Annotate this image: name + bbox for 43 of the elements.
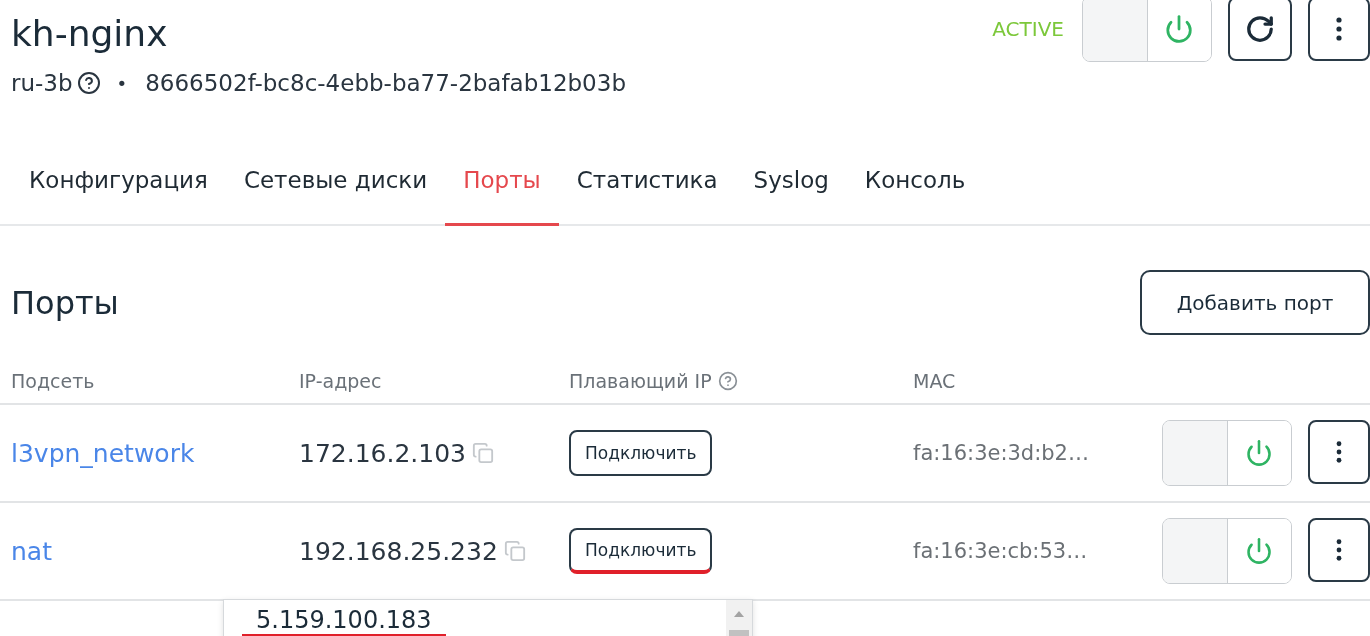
subnet-link[interactable]: l3vpn_network (11, 438, 299, 468)
server-id: 8666502f-bc8c-4ebb-ba77-2bafab12b03b (145, 70, 626, 96)
more-icon (1336, 539, 1342, 561)
connect-button[interactable]: Подключить (569, 528, 713, 574)
tab[interactable]: Сетевые диски (225, 136, 446, 226)
more-icon (1336, 441, 1342, 463)
add-port-button[interactable]: Добавить порт (1140, 270, 1370, 335)
power-icon (1164, 14, 1195, 44)
port-toggle[interactable] (1162, 518, 1292, 584)
help-icon[interactable] (76, 71, 101, 95)
power-toggle[interactable] (1082, 0, 1212, 62)
more-button[interactable] (1308, 420, 1370, 484)
dropdown-option[interactable]: 5.159.100.183 (242, 606, 446, 636)
mac-address: fa:16:3e:3d:b2… (913, 441, 1090, 465)
ip-address: 192.168.25.232 (299, 536, 498, 566)
reboot-button[interactable] (1228, 0, 1292, 61)
server-name: kh-nginx (11, 12, 168, 56)
more-button[interactable] (1308, 518, 1370, 582)
column-header: Подсеть (11, 370, 96, 392)
subnet-link[interactable]: nat (11, 536, 299, 566)
power-icon (1245, 439, 1274, 467)
status-label: ACTIVE (992, 17, 1064, 41)
separator-dot: • (116, 72, 128, 94)
power-icon (1245, 537, 1274, 565)
column-header: Плавающий IP (569, 370, 913, 392)
mac-address: fa:16:3e:cb:53… (913, 539, 1089, 563)
section-title: Порты (11, 283, 119, 322)
column-header: IP-адрес (299, 370, 383, 392)
tab[interactable]: Конфигурация (11, 136, 226, 226)
more-icon (1336, 17, 1342, 41)
refresh-icon (1245, 14, 1275, 44)
column-header: MAC (913, 370, 957, 392)
region-label: ru-3b (11, 70, 73, 96)
tab[interactable]: Syslog (735, 136, 847, 226)
more-button[interactable] (1308, 0, 1370, 61)
tab[interactable]: Консоль (846, 136, 984, 226)
connect-button[interactable]: Подключить (569, 430, 713, 476)
tab[interactable]: Порты (445, 136, 559, 226)
copy-icon[interactable] (503, 540, 526, 562)
ip-address: 172.16.2.103 (299, 438, 466, 468)
tab[interactable]: Статистика (558, 136, 736, 226)
copy-icon[interactable] (472, 442, 494, 464)
port-toggle[interactable] (1162, 420, 1292, 486)
